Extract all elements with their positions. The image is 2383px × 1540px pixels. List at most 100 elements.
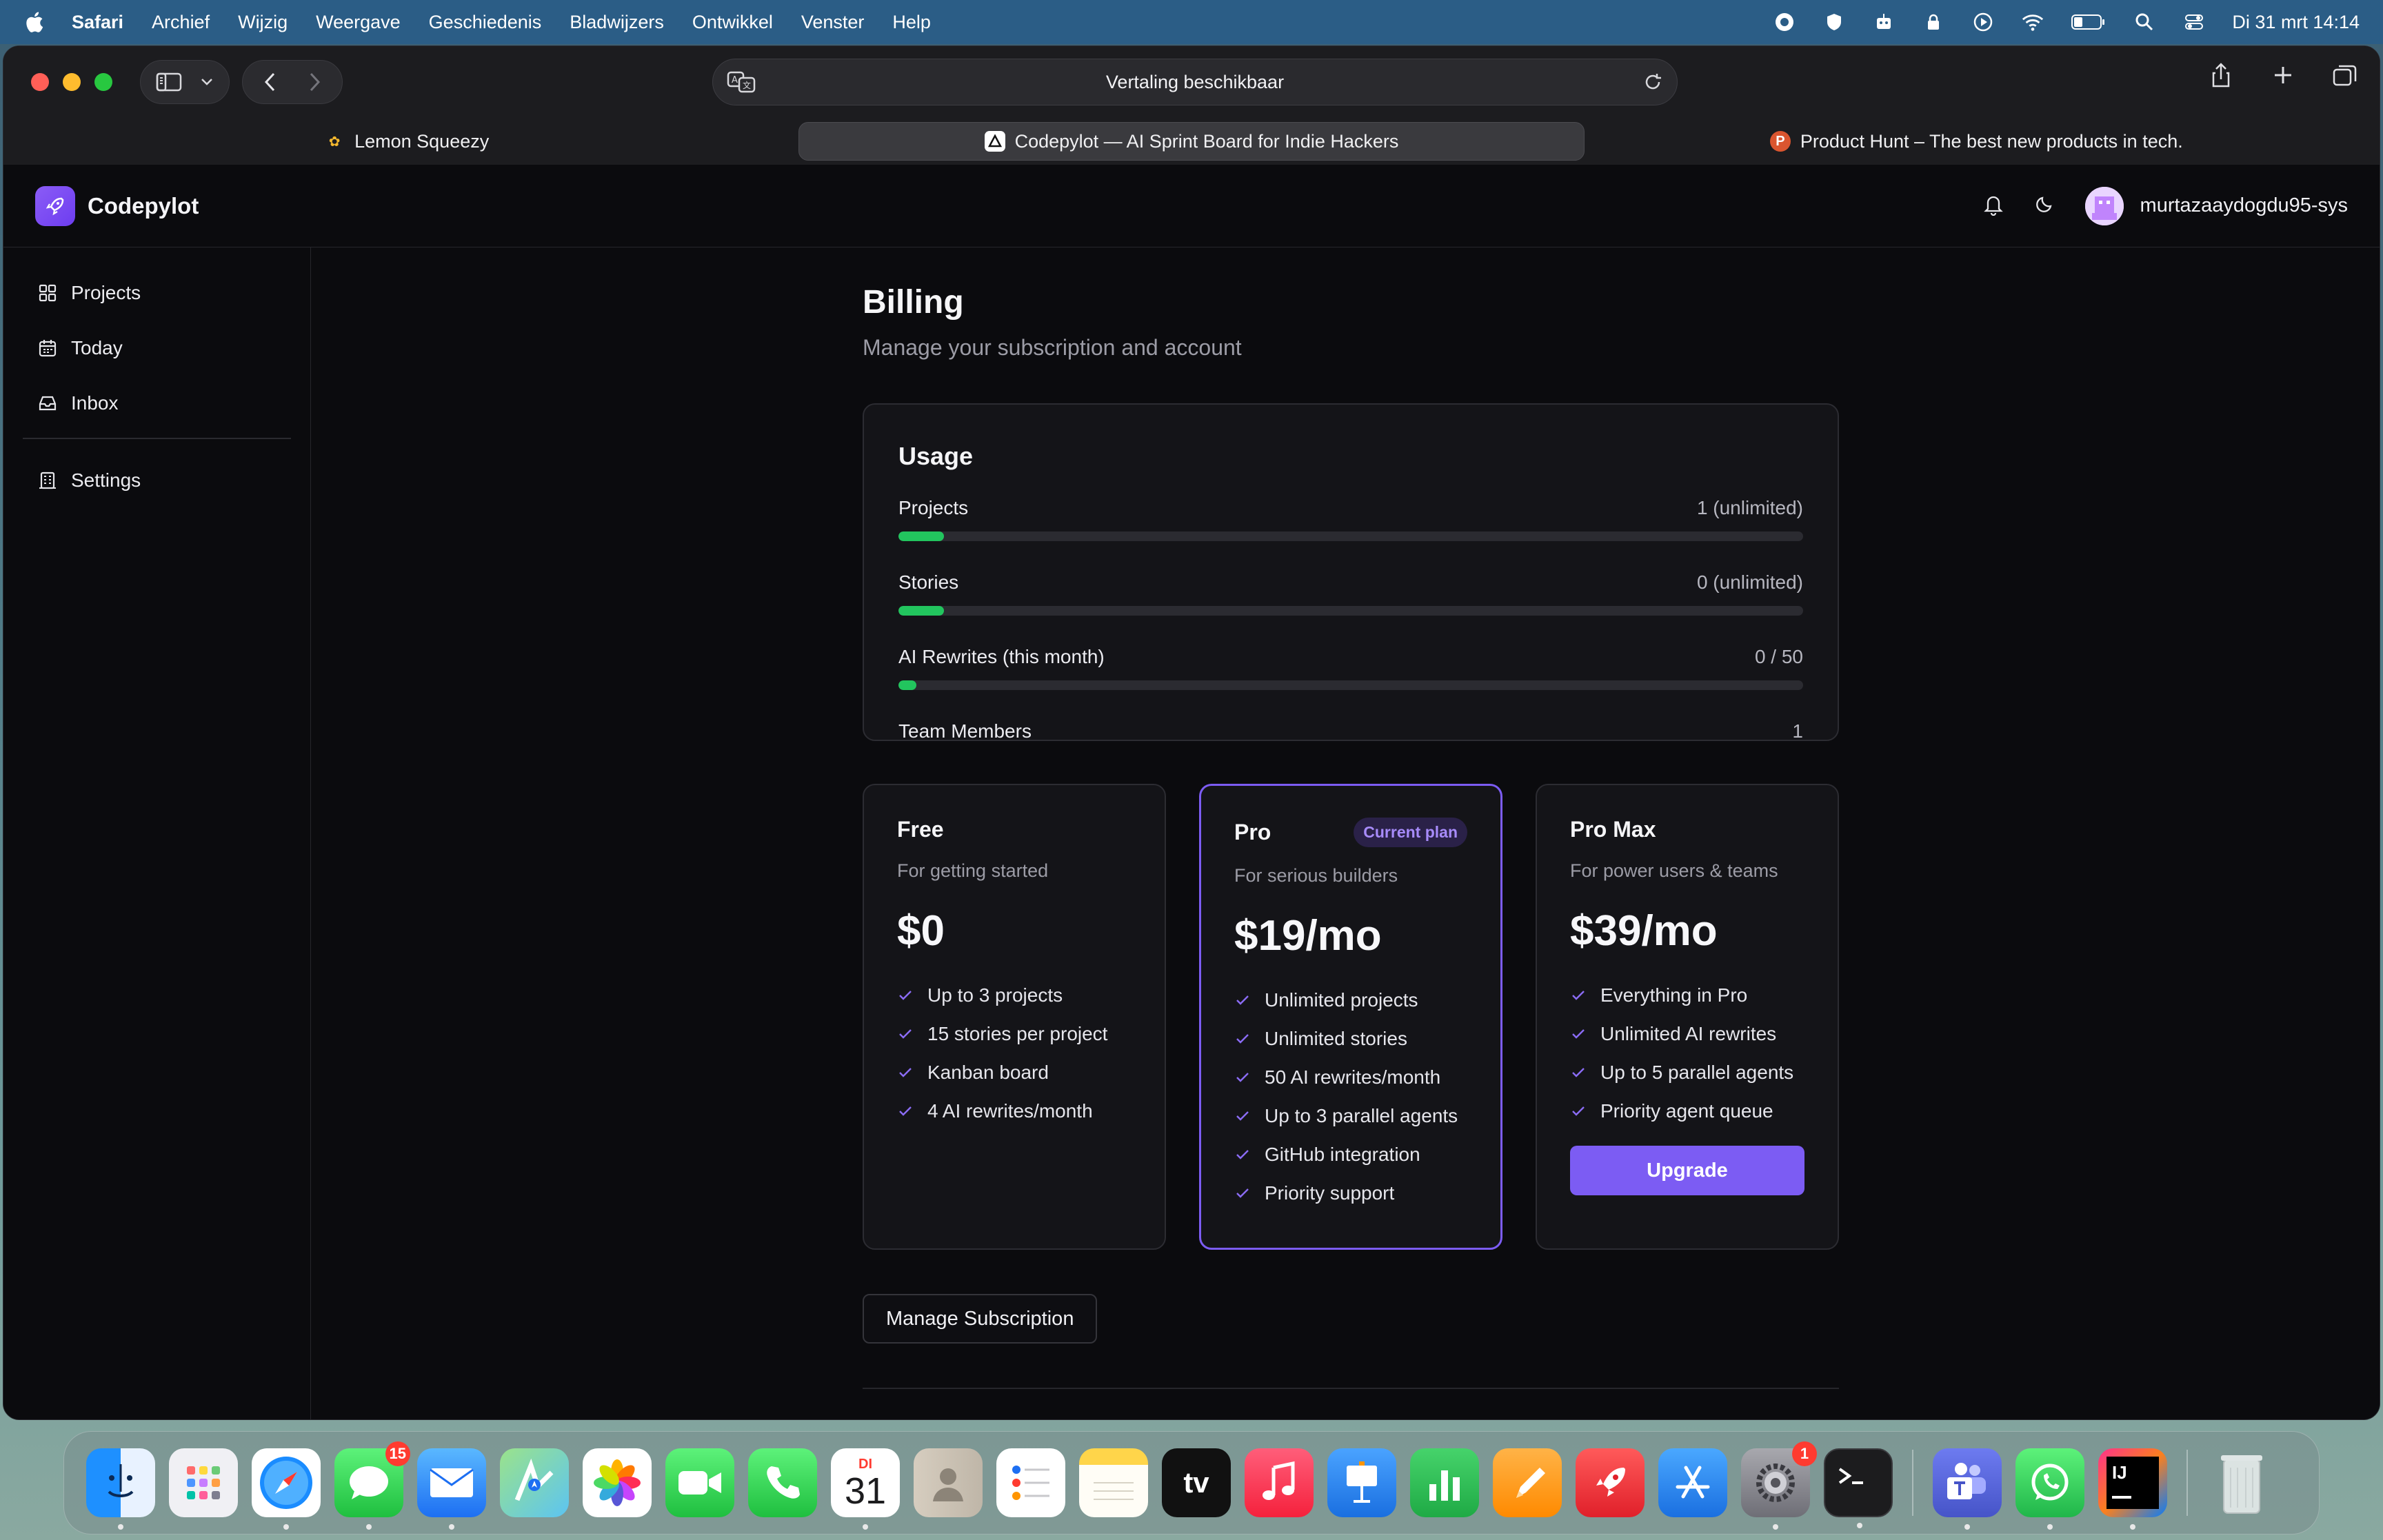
rocket-icon[interactable] (1576, 1448, 1645, 1517)
tab-overview-icon[interactable] (2331, 60, 2359, 90)
menu-item-venster[interactable]: Venster (801, 12, 865, 33)
codepylot-favicon-icon (984, 131, 1005, 152)
avatar[interactable] (2084, 186, 2124, 225)
apple-tv-icon[interactable]: tv (1162, 1448, 1231, 1517)
control-center-icon[interactable] (2182, 10, 2206, 34)
apple-logo-icon[interactable] (23, 10, 44, 34)
terminal-icon[interactable] (1824, 1448, 1893, 1528)
manage-subscription-button[interactable]: Manage Subscription (863, 1294, 1098, 1344)
usage-label: Stories (898, 571, 959, 593)
grid-icon (39, 284, 57, 302)
keynote-icon[interactable] (1327, 1448, 1396, 1517)
lock-icon[interactable] (1922, 10, 1945, 34)
photos-icon[interactable] (583, 1448, 652, 1517)
menu-item-weergave[interactable]: Weergave (316, 12, 401, 33)
play-icon[interactable] (1971, 10, 1995, 34)
trash-icon[interactable] (2207, 1448, 2276, 1517)
plan-cards: Free For getting started $0 Up to 3 proj… (863, 784, 1839, 1250)
plan-feature: Unlimited projects (1234, 981, 1467, 1020)
safari-icon[interactable] (252, 1448, 321, 1530)
wifi-icon[interactable] (2021, 10, 2044, 34)
close-window-button[interactable] (31, 73, 49, 91)
usage-value: 1 (unlimited) (1696, 497, 1803, 518)
plan-price: $19/mo (1234, 912, 1382, 960)
new-tab-icon[interactable] (2269, 60, 2297, 90)
whatsapp-icon[interactable] (2015, 1448, 2084, 1530)
launchpad-icon[interactable] (169, 1448, 238, 1517)
address-bar[interactable]: A文 Vertaling beschikbaar (712, 59, 1678, 105)
username[interactable]: murtazaaydogdu95-sys (2140, 194, 2348, 217)
tab-lemon-squeezy[interactable]: ✿ Lemon Squeezy (14, 122, 798, 161)
menu-item-archief[interactable]: Archief (152, 12, 210, 33)
sidebar-item-inbox[interactable]: Inbox (3, 383, 310, 424)
finder-icon[interactable] (86, 1448, 155, 1530)
battery-icon[interactable] (2071, 10, 2107, 34)
contacts-icon[interactable] (914, 1448, 983, 1517)
translate-icon[interactable]: A文 (727, 70, 757, 94)
music-icon[interactable] (1245, 1448, 1314, 1517)
dock-divider (1912, 1450, 1913, 1516)
rocket-logo-icon[interactable] (35, 185, 75, 226)
menu-app-name[interactable]: Safari (72, 12, 123, 33)
plan-name: Pro Max (1570, 817, 1656, 842)
app-store-icon[interactable] (1658, 1448, 1727, 1517)
sidebar-toggle-button[interactable] (140, 60, 230, 104)
menu-item-geschiedenis[interactable]: Geschiedenis (429, 12, 542, 33)
running-indicator (449, 1524, 454, 1530)
phone-icon[interactable] (748, 1448, 817, 1517)
tab-codepylot[interactable]: Codepylot — AI Sprint Board for Indie Ha… (798, 122, 1585, 161)
upgrade-button[interactable]: Upgrade (1570, 1146, 1804, 1195)
bell-icon[interactable] (1983, 192, 2004, 219)
spotlight-icon[interactable] (2133, 10, 2156, 34)
plan-feature: GitHub integration (1234, 1135, 1467, 1174)
running-indicator (2130, 1524, 2135, 1530)
tab-product-hunt[interactable]: P Product Hunt – The best new products i… (1585, 122, 2369, 161)
reminders-icon[interactable] (996, 1448, 1065, 1517)
settings-badge: 1 (1792, 1441, 1817, 1466)
sidebar-icon (156, 72, 182, 92)
running-indicator (863, 1524, 868, 1530)
messages-icon[interactable]: 15 (334, 1441, 410, 1530)
share-icon[interactable] (2207, 60, 2235, 90)
check-icon (899, 991, 912, 1000)
check-icon (899, 1068, 912, 1077)
notes-icon[interactable] (1079, 1448, 1148, 1517)
teams-icon[interactable] (1933, 1448, 2002, 1530)
numbers-icon[interactable] (1410, 1448, 1479, 1517)
building-icon (39, 472, 56, 489)
lemon-squeezy-favicon-icon: ✿ (328, 134, 341, 150)
svg-text:A: A (732, 75, 738, 85)
sidebar-item-today[interactable]: Today (3, 327, 310, 369)
plan-feature: Unlimited AI rewrites (1570, 1015, 1804, 1053)
menu-item-bladwijzers[interactable]: Bladwijzers (570, 12, 664, 33)
maps-icon[interactable] (500, 1448, 569, 1517)
plan-feature: 15 stories per project (897, 1015, 1132, 1053)
system-settings-icon[interactable]: 1 (1741, 1441, 1817, 1530)
forward-icon[interactable] (308, 71, 321, 93)
intellij-icon[interactable]: IJ (2098, 1448, 2167, 1530)
check-icon (899, 1029, 912, 1039)
brand-name[interactable]: Codepylot (88, 193, 199, 219)
chevron-down-icon (201, 79, 212, 85)
vpn-icon[interactable] (1822, 10, 1846, 34)
moon-icon[interactable] (2034, 194, 2055, 218)
mail-icon[interactable] (417, 1448, 486, 1530)
check-icon (1572, 1029, 1585, 1039)
running-indicator (283, 1524, 289, 1530)
pages-icon[interactable] (1493, 1448, 1562, 1517)
sidebar-item-projects[interactable]: Projects (3, 272, 310, 314)
zoom-window-button[interactable] (94, 73, 112, 91)
running-indicator (1964, 1524, 1970, 1530)
reload-icon[interactable] (1642, 72, 1663, 92)
menu-item-ontwikkel[interactable]: Ontwikkel (692, 12, 773, 33)
robot-icon[interactable] (1872, 10, 1896, 34)
facetime-icon[interactable] (665, 1448, 734, 1517)
menu-item-wijzig[interactable]: Wijzig (238, 12, 288, 33)
menu-item-help[interactable]: Help (892, 12, 931, 33)
back-icon[interactable] (263, 71, 277, 93)
calendar-icon[interactable]: DI 31 (831, 1448, 900, 1530)
record-icon[interactable] (1773, 10, 1796, 34)
sidebar-item-settings[interactable]: Settings (3, 460, 310, 501)
minimize-window-button[interactable] (63, 73, 81, 91)
menubar-clock[interactable]: Di 31 mrt 14:14 (2232, 12, 2360, 33)
